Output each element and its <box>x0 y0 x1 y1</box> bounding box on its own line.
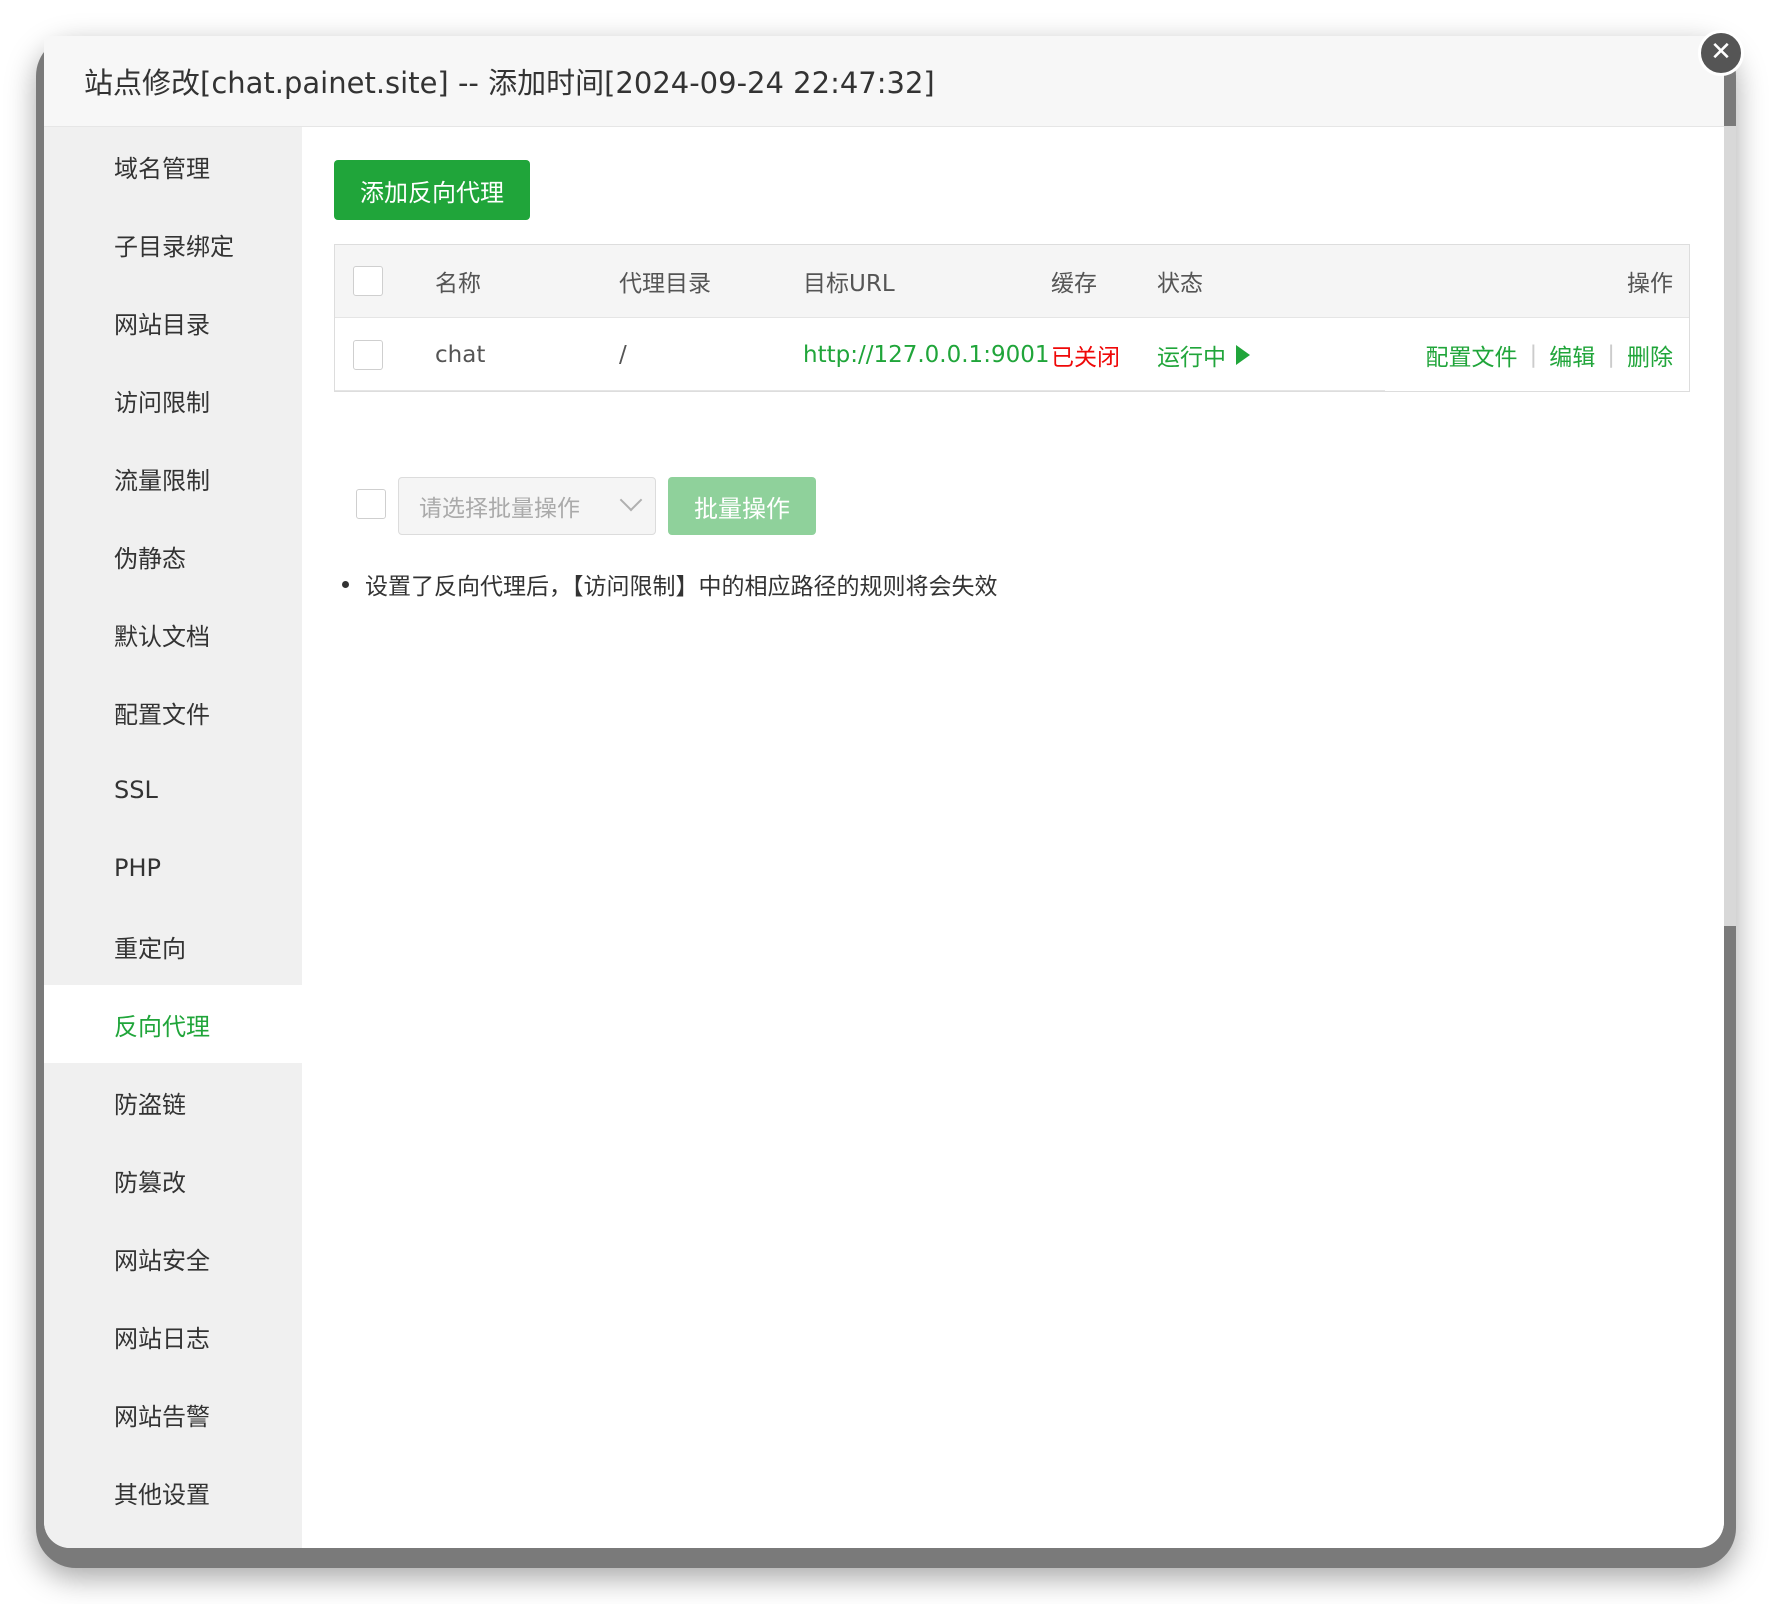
header-proxy-dir: 代理目录 <box>619 271 711 297</box>
dialog-titlebar: 站点修改[chat.painet.site] -- 添加时间[2024-09-2… <box>44 36 1724 127</box>
config-file-link[interactable]: 配置文件 <box>1426 338 1518 372</box>
header-cache: 缓存 <box>1051 271 1097 297</box>
proxy-table: 名称 代理目录 目标URL 缓存 状态 操作 chat / http://127… <box>334 244 1690 392</box>
row-cache-status[interactable]: 已关闭 <box>1051 318 1120 391</box>
sidebar-item-rewrite[interactable]: 伪静态 <box>44 517 302 595</box>
batch-operation-select[interactable]: 请选择批量操作 <box>398 477 656 535</box>
sidebar-item-access-limit[interactable]: 访问限制 <box>44 361 302 439</box>
tip-text: 设置了反向代理后，【访问限制】中的相应路径的规则将会失效 <box>365 574 998 600</box>
batch-operation-button[interactable]: 批量操作 <box>668 477 816 535</box>
ops-separator: | <box>1529 341 1538 368</box>
sidebar-item-traffic-limit[interactable]: 流量限制 <box>44 439 302 517</box>
sidebar-item-site-security[interactable]: 网站安全 <box>44 1219 302 1297</box>
sidebar-item-label: 网站安全 <box>114 1246 210 1275</box>
row-target-url[interactable]: http://127.0.0.1:9001 <box>803 318 1049 391</box>
sidebar-item-label: 域名管理 <box>114 154 210 183</box>
header-target-url: 目标URL <box>803 271 895 297</box>
delete-link[interactable]: 删除 <box>1627 338 1673 372</box>
header-name[interactable]: 名称 <box>435 245 481 317</box>
sidebar-item-php[interactable]: PHP <box>44 829 302 907</box>
select-all-checkbox[interactable] <box>353 266 383 296</box>
row-status-label: 运行中 <box>1157 344 1226 371</box>
sidebar-item-label: PHP <box>114 854 161 882</box>
play-icon <box>1236 344 1250 365</box>
sidebar-item-site-dir[interactable]: 网站目录 <box>44 283 302 361</box>
sidebar-item-domain[interactable]: 域名管理 <box>44 127 302 205</box>
header-ops: 操作 <box>1627 271 1673 297</box>
row-ops: 配置文件 | 编辑 | 删除 <box>1426 318 1674 391</box>
sidebar-item-label: 流量限制 <box>114 466 210 495</box>
sidebar-item-label: 网站目录 <box>114 310 210 339</box>
sidebar-item-label: 重定向 <box>114 934 186 963</box>
sidebar-item-ssl[interactable]: SSL <box>44 751 302 829</box>
row-checkbox[interactable] <box>353 339 383 370</box>
sidebar-item-label: 访问限制 <box>114 388 210 417</box>
chevron-down-icon <box>619 488 643 512</box>
sidebar-item-label: 网站日志 <box>114 1324 210 1353</box>
sidebar-item-label: SSL <box>114 776 158 804</box>
batch-select-checkbox[interactable] <box>356 489 386 519</box>
settings-sidebar: 域名管理 子目录绑定 网站目录 访问限制 流量限制 伪静态 默认文档 配置文件 … <box>44 127 302 1548</box>
dialog-title: 站点修改[chat.painet.site] -- 添加时间[2024-09-2… <box>84 66 935 100</box>
sidebar-item-config-file[interactable]: 配置文件 <box>44 673 302 751</box>
ops-separator: | <box>1607 341 1615 368</box>
sidebar-item-subdir-binding[interactable]: 子目录绑定 <box>44 205 302 283</box>
main-panel: 添加反向代理 名称 代理目录 目标URL 缓存 状态 操作 chat / htt… <box>302 127 1724 1548</box>
header-status: 状态 <box>1157 271 1203 297</box>
sidebar-item-label: 防篡改 <box>114 1168 186 1197</box>
sidebar-item-hotlink[interactable]: 防盗链 <box>44 1063 302 1141</box>
sidebar-item-default-doc[interactable]: 默认文档 <box>44 595 302 673</box>
bullet-icon <box>342 580 349 588</box>
select-all-cell <box>353 245 383 317</box>
sidebar-item-label: 伪静态 <box>114 544 186 573</box>
backdrop-strip <box>1724 126 1736 926</box>
table-header: 名称 代理目录 目标URL 缓存 状态 操作 <box>335 245 1689 318</box>
row-proxy-dir: / <box>619 341 627 368</box>
sidebar-item-label: 其他设置 <box>114 1480 210 1509</box>
sidebar-item-label: 网站告警 <box>114 1402 210 1431</box>
sidebar-item-label: 子目录绑定 <box>114 232 234 261</box>
sidebar-item-site-log[interactable]: 网站日志 <box>44 1297 302 1375</box>
sidebar-item-label: 反向代理 <box>114 1012 210 1041</box>
batch-select-placeholder: 请选择批量操作 <box>419 496 580 522</box>
sidebar-item-tamper-proof[interactable]: 防篡改 <box>44 1141 302 1219</box>
row-name: chat <box>435 341 486 368</box>
sidebar-item-label: 默认文档 <box>114 622 210 651</box>
row-status-toggle[interactable]: 运行中 <box>1157 318 1250 391</box>
sidebar-item-label: 防盗链 <box>114 1090 186 1119</box>
row-select-cell <box>353 318 383 391</box>
tip-item: 设置了反向代理后，【访问限制】中的相应路径的规则将会失效 <box>342 567 998 601</box>
add-reverse-proxy-button[interactable]: 添加反向代理 <box>334 160 530 220</box>
close-icon[interactable]: ✕ <box>1698 30 1744 76</box>
edit-link[interactable]: 编辑 <box>1549 338 1595 372</box>
table-row: chat / http://127.0.0.1:9001 已关闭 运行中 配置文… <box>335 318 1689 391</box>
sidebar-item-label: 配置文件 <box>114 700 210 729</box>
sidebar-item-site-alert[interactable]: 网站告警 <box>44 1375 302 1453</box>
sidebar-item-reverse-proxy[interactable]: 反向代理 <box>44 985 302 1063</box>
site-edit-dialog: 站点修改[chat.painet.site] -- 添加时间[2024-09-2… <box>44 36 1724 1548</box>
sidebar-item-other-settings[interactable]: 其他设置 <box>44 1453 302 1531</box>
sidebar-item-redirect[interactable]: 重定向 <box>44 907 302 985</box>
